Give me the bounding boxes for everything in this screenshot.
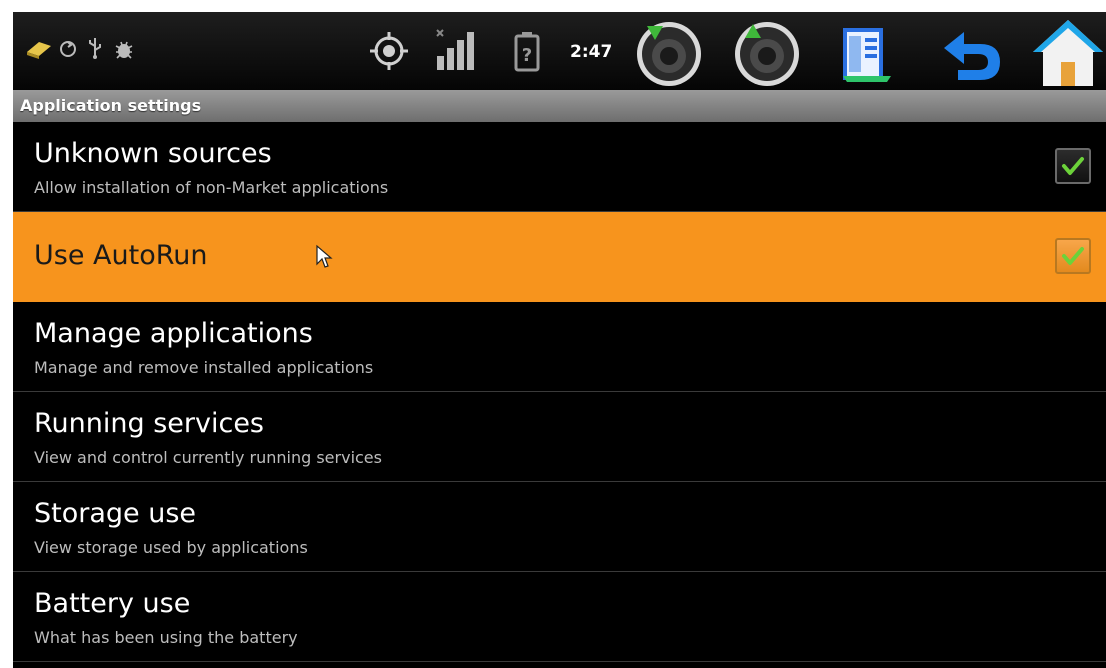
volume-up-icon[interactable] [731,18,803,92]
menu-icon[interactable] [835,22,899,90]
setting-subtitle: View and control currently running servi… [34,448,382,467]
home-icon[interactable] [1031,16,1105,94]
setting-battery-use[interactable]: Battery use What has been using the batt… [13,572,1106,662]
gps-icon [368,30,410,76]
battery-unknown-icon: ? [513,30,541,76]
setting-manage-applications[interactable]: Manage applications Manage and remove in… [13,302,1106,392]
unknown-sources-checkbox[interactable] [1055,148,1091,184]
setting-title: Running services [34,408,265,439]
sync-icon [58,39,78,63]
setting-title: Manage applications [34,318,313,349]
setting-subtitle: What has been using the battery [34,628,298,647]
setting-title: Use AutoRun [34,240,208,271]
setting-subtitle: Allow installation of non-Market applica… [34,178,389,197]
use-autorun-checkbox[interactable] [1055,238,1091,274]
svg-text:?: ? [522,45,532,66]
setting-subtitle: View storage used by applications [34,538,308,557]
setting-subtitle: Manage and remove installed applications [34,358,374,377]
setting-running-services[interactable]: Running services View and control curren… [13,392,1106,482]
check-icon [1062,157,1084,175]
setting-title: Battery use [34,588,191,619]
usb-icon [87,36,103,64]
back-icon[interactable] [938,24,1004,88]
section-header: Application settings [13,90,1106,122]
setting-title: Storage use [34,498,197,529]
debug-bug-icon [113,38,135,64]
check-icon [1062,247,1084,265]
mouse-cursor-icon [315,244,333,274]
setting-use-autorun[interactable]: Use AutoRun [13,212,1106,302]
settings-list: Unknown sources Allow installation of no… [13,122,1106,662]
setting-unknown-sources[interactable]: Unknown sources Allow installation of no… [13,122,1106,212]
volume-down-icon[interactable] [633,18,705,92]
signal-icon [433,26,481,78]
device-screen: ? 2:47 Application settings Unknown sour… [13,12,1106,668]
mirror-icon [25,38,53,64]
clock-time: 2:47 [570,42,613,62]
status-bar: ? 2:47 [13,12,1106,90]
setting-title: Unknown sources [34,138,272,169]
setting-storage-use[interactable]: Storage use View storage used by applica… [13,482,1106,572]
